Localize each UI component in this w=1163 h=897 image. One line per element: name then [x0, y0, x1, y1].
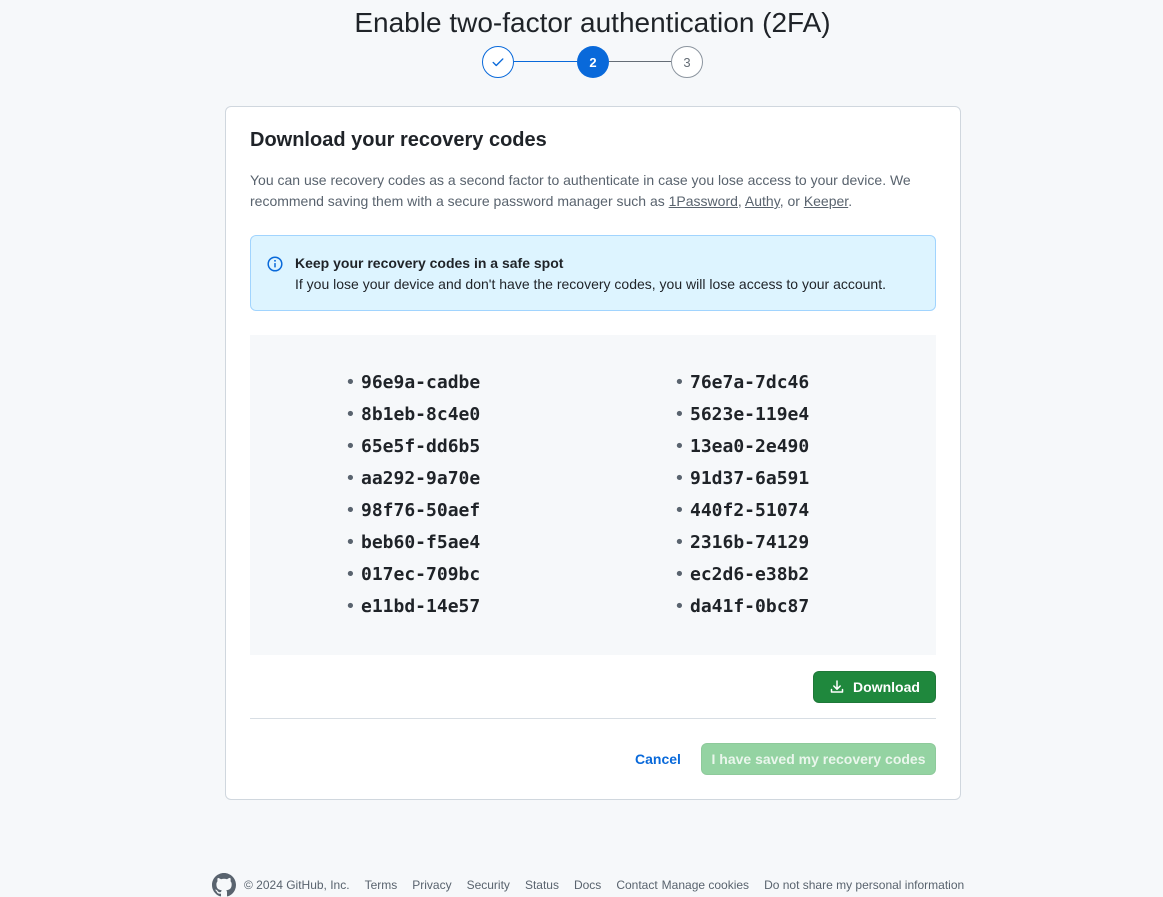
- recovery-code: da41f-0bc87: [674, 591, 809, 623]
- stepper-line-complete: [514, 61, 577, 62]
- footer-copyright: © 2024 GitHub, Inc.: [244, 878, 350, 892]
- download-label: Download: [853, 679, 920, 695]
- link-keeper[interactable]: Keeper: [804, 193, 848, 209]
- step-3-upcoming: 3: [671, 46, 703, 78]
- link-authy[interactable]: Authy: [745, 193, 780, 209]
- recovery-codes-card: Download your recovery codes You can use…: [225, 106, 961, 800]
- flash-body: If you lose your device and don't have t…: [295, 276, 886, 292]
- recovery-code: aa292-9a70e: [345, 463, 480, 495]
- flash-title: Keep your recovery codes in a safe spot: [295, 255, 564, 271]
- info-icon: [267, 256, 283, 272]
- link-1password[interactable]: 1Password: [669, 193, 738, 209]
- description-separator: ,: [737, 193, 745, 209]
- progress-stepper: 2 3: [482, 46, 703, 78]
- recovery-code: 440f2-51074: [674, 495, 809, 527]
- footer-link-do-not-share[interactable]: Do not share my personal information: [764, 878, 964, 892]
- recovery-codes-column-2: 76e7a-7dc46 5623e-119e4 13ea0-2e490 91d3…: [674, 367, 809, 623]
- step-1-complete: [482, 46, 514, 78]
- recovery-code: 13ea0-2e490: [674, 431, 809, 463]
- recovery-code: ec2d6-e38b2: [674, 559, 809, 591]
- recovery-code: e11bd-14e57: [345, 591, 480, 623]
- recovery-code: 76e7a-7dc46: [674, 367, 809, 399]
- footer-link-terms[interactable]: Terms: [365, 878, 398, 892]
- footer-link-privacy[interactable]: Privacy: [412, 878, 451, 892]
- github-icon[interactable]: [212, 873, 236, 897]
- recovery-codes-box: 96e9a-cadbe 8b1eb-8c4e0 65e5f-dd6b5 aa29…: [250, 335, 936, 655]
- recovery-code: 91d37-6a591: [674, 463, 809, 495]
- footer-link-status[interactable]: Status: [525, 878, 559, 892]
- recovery-code: beb60-f5ae4: [345, 527, 480, 559]
- description-end: .: [848, 193, 853, 209]
- recovery-code: 96e9a-cadbe: [345, 367, 480, 399]
- footer: © 2024 GitHub, Inc. Terms Privacy Securi…: [212, 873, 964, 897]
- recovery-code: 65e5f-dd6b5: [345, 431, 480, 463]
- recovery-code: 98f76-50aef: [345, 495, 480, 527]
- recovery-code: 8b1eb-8c4e0: [345, 399, 480, 431]
- recovery-code: 5623e-119e4: [674, 399, 809, 431]
- recovery-codes-column-1: 96e9a-cadbe 8b1eb-8c4e0 65e5f-dd6b5 aa29…: [345, 367, 480, 623]
- card-description: You can use recovery codes as a second f…: [250, 170, 930, 212]
- description-separator: , or: [779, 193, 804, 209]
- info-flash: Keep your recovery codes in a safe spot …: [250, 235, 936, 311]
- recovery-code: 2316b-74129: [674, 527, 809, 559]
- footer-link-docs[interactable]: Docs: [574, 878, 601, 892]
- saved-codes-button[interactable]: I have saved my recovery codes: [701, 743, 936, 775]
- footer-link-contact[interactable]: Contact: [616, 878, 657, 892]
- recovery-code: 017ec-709bc: [345, 559, 480, 591]
- step-2-current: 2: [577, 46, 609, 78]
- cancel-button[interactable]: Cancel: [619, 743, 697, 775]
- card-title: Download your recovery codes: [250, 129, 547, 151]
- page-title: Enable two-factor authentication (2FA): [354, 6, 831, 38]
- download-button[interactable]: Download: [813, 671, 936, 703]
- footer-link-security[interactable]: Security: [467, 878, 510, 892]
- download-icon: [830, 680, 844, 693]
- stepper-line-upcoming: [609, 61, 671, 62]
- divider: [250, 718, 936, 719]
- check-icon: [492, 58, 504, 67]
- footer-link-manage-cookies[interactable]: Manage cookies: [662, 878, 749, 892]
